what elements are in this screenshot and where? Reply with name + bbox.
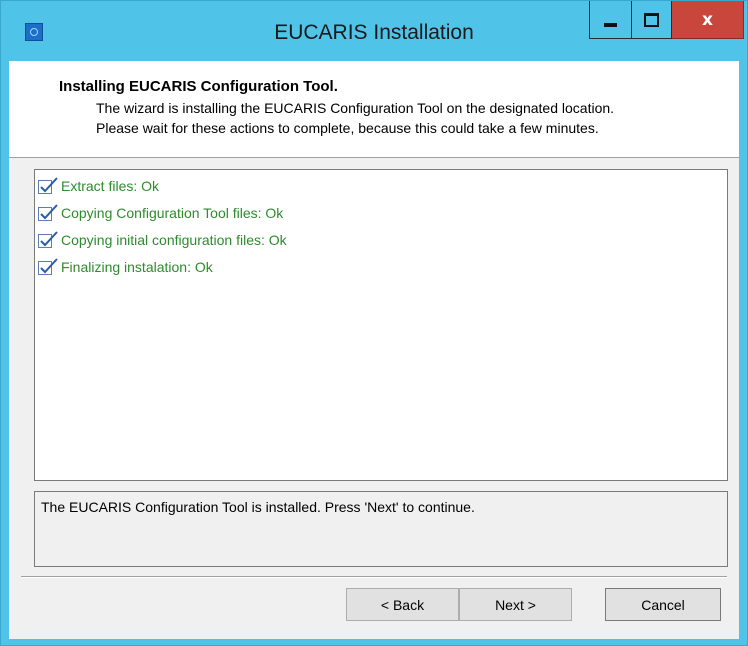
- cancel-button[interactable]: Cancel: [605, 588, 721, 621]
- wizard-header: Installing EUCARIS Configuration Tool. T…: [9, 61, 739, 158]
- list-item-label: Extract files: Ok: [61, 178, 160, 194]
- page-description: The wizard is installing the EUCARIS Con…: [96, 98, 736, 138]
- installer-window: EUCARIS Installation x Installing EUCARI…: [0, 0, 748, 646]
- page-title: Installing EUCARIS Configuration Tool.: [59, 78, 338, 95]
- list-item: Finalizing instalation: Ok: [37, 255, 213, 279]
- status-text: The EUCARIS Configuration Tool is instal…: [41, 499, 475, 515]
- title-bar[interactable]: EUCARIS Installation x: [1, 1, 747, 61]
- next-button[interactable]: Next >: [459, 588, 572, 621]
- minimize-icon: [604, 22, 617, 27]
- list-item: Copying Configuration Tool files: Ok: [37, 201, 283, 225]
- description-line-2: Please wait for these actions to complet…: [96, 120, 599, 136]
- close-icon: x: [702, 9, 713, 30]
- wizard-client-area: Installing EUCARIS Configuration Tool. T…: [9, 61, 739, 639]
- list-item: Copying initial configuration files: Ok: [37, 228, 287, 252]
- list-item: Extract files: Ok: [37, 174, 159, 198]
- checked-box-icon: [37, 204, 59, 222]
- list-item-label: Copying Configuration Tool files: Ok: [61, 205, 284, 221]
- maximize-icon: [644, 12, 659, 27]
- footer-divider: [21, 576, 727, 578]
- minimize-button[interactable]: [589, 1, 632, 39]
- description-line-1: The wizard is installing the EUCARIS Con…: [96, 100, 615, 116]
- checked-box-icon: [37, 258, 59, 276]
- list-item-label: Copying initial configuration files: Ok: [61, 232, 287, 248]
- back-button[interactable]: < Back: [346, 588, 459, 621]
- maximize-button[interactable]: [632, 1, 672, 39]
- checked-box-icon: [37, 177, 59, 195]
- list-item-label: Finalizing instalation: Ok: [61, 259, 213, 275]
- close-button[interactable]: x: [672, 1, 744, 39]
- progress-list[interactable]: Extract files: Ok Copying Configuration …: [34, 169, 728, 481]
- checked-box-icon: [37, 231, 59, 249]
- status-box: The EUCARIS Configuration Tool is instal…: [34, 491, 728, 567]
